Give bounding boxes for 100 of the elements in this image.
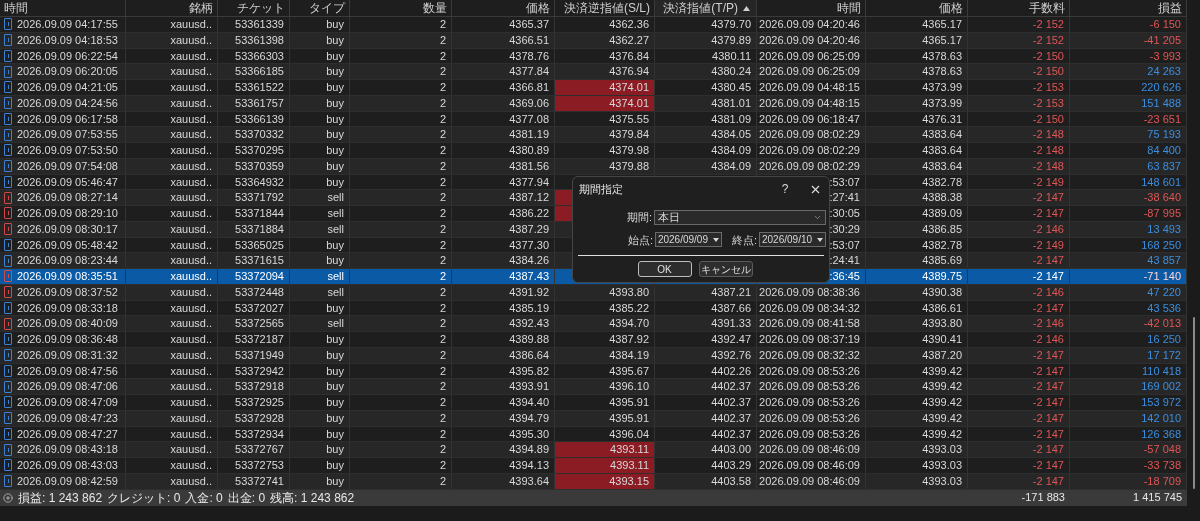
table-cell: 13 493 <box>1070 221 1187 237</box>
table-cell: buy <box>290 80 350 95</box>
table-cell: 4395.91 <box>555 410 655 426</box>
table-cell-text: 2026.09.09 08:47:56 <box>17 363 118 379</box>
table-cell-text: 2026.09.09 05:46:47 <box>17 174 118 190</box>
table-cell-text: 2026.09.09 08:47:06 <box>17 379 118 395</box>
table-cell: 2 <box>350 111 452 127</box>
table-cell-text: 2026.09.09 04:18:53 <box>17 32 118 48</box>
table-cell: 4383.64 <box>866 143 968 158</box>
table-cell: 53372928 <box>218 410 290 426</box>
table-cell: 4394.40 <box>452 395 555 410</box>
table-cell: buy <box>290 442 350 457</box>
table-cell: 2026.09.09 08:53:26 <box>757 410 866 426</box>
table-cell: xauusd.. <box>126 48 218 64</box>
table-cell: 4362.27 <box>555 32 655 48</box>
table-cell: 2 <box>350 458 452 473</box>
table-cell: 4382.78 <box>866 174 968 190</box>
table-cell: -2 147 <box>968 379 1070 394</box>
table-cell-text: 2026.09.09 08:47:09 <box>17 395 118 411</box>
table-cell: 4390.41 <box>866 332 968 347</box>
table-cell: -57 048 <box>1070 442 1187 457</box>
table-cell: sell <box>290 316 350 331</box>
table-cell: 53372942 <box>218 363 290 379</box>
table-cell: -6 150 <box>1070 17 1187 32</box>
table-cell: 126 368 <box>1070 426 1187 442</box>
table-cell: 4365.17 <box>866 32 968 48</box>
table-cell: 4384.05 <box>655 127 757 142</box>
table-cell: -2 147 <box>968 300 1070 316</box>
table-cell: -2 147 <box>968 206 1070 221</box>
table-cell: 4377.08 <box>452 111 555 127</box>
table-cell-text: 2026.09.09 05:48:42 <box>17 237 118 253</box>
table-cell: buy <box>290 410 350 426</box>
table-cell: -42 013 <box>1070 316 1187 331</box>
table-cell-text: 2026.09.09 06:22:54 <box>17 48 118 64</box>
table-cell: 4384.26 <box>452 253 555 268</box>
table-cell: -2 146 <box>968 332 1070 347</box>
table-cell: buy <box>290 127 350 142</box>
table-cell: xauusd.. <box>126 395 218 410</box>
table-cell: -41 205 <box>1070 32 1187 48</box>
table-cell: 4393.11 <box>555 442 655 457</box>
table-cell: 4394.79 <box>452 410 555 426</box>
table-cell: 2026.09.09 08:53:26 <box>757 363 866 379</box>
table-cell-text: 2026.09.09 08:43:18 <box>17 442 118 458</box>
table-cell: -2 149 <box>968 237 1070 253</box>
table-cell: xauusd.. <box>126 332 218 347</box>
table-cell: 53361339 <box>218 17 290 32</box>
table-cell: -3 993 <box>1070 48 1187 64</box>
table-cell: -2 150 <box>968 48 1070 64</box>
table-cell: 4393.03 <box>866 442 968 457</box>
table-cell-text: 2026.09.09 07:54:08 <box>17 158 118 174</box>
table-cell: 4373.99 <box>866 80 968 95</box>
table-cell: 53372448 <box>218 284 290 300</box>
table-cell: 2026.09.09 08:02:29 <box>757 158 866 174</box>
table-cell: -2 147 <box>968 190 1070 205</box>
table-cell-text: 2026.09.09 08:30:17 <box>17 221 118 237</box>
table-cell: 2 <box>350 64 452 79</box>
table-cell: 4393.03 <box>866 473 968 489</box>
table-cell: xauusd.. <box>126 442 218 457</box>
table-cell: 4393.03 <box>866 458 968 473</box>
table-cell: 4362.36 <box>555 17 655 32</box>
table-cell: 53370359 <box>218 158 290 174</box>
table-cell: xauusd.. <box>126 316 218 331</box>
table-cell: 43 857 <box>1070 253 1187 268</box>
table-cell: xauusd.. <box>126 426 218 442</box>
table-cell: xauusd.. <box>126 253 218 268</box>
table-cell-text: 2026.09.09 08:27:14 <box>17 190 118 206</box>
table-cell: 4377.84 <box>452 64 555 79</box>
table-cell: 4378.63 <box>866 48 968 64</box>
table-cell: 4392.43 <box>452 316 555 331</box>
table-cell: 4403.29 <box>655 458 757 473</box>
table-cell-text: 2026.09.09 08:37:52 <box>17 284 118 300</box>
table-cell: 4366.51 <box>452 32 555 48</box>
table-cell: xauusd.. <box>126 17 218 32</box>
table-cell: 53371792 <box>218 190 290 205</box>
summary-text: 損益: 1 243 862 <box>18 489 103 507</box>
table-cell: 53366139 <box>218 111 290 127</box>
table-cell: 2026.09.09 08:53:26 <box>757 395 866 410</box>
table-cell-text: 2026.09.09 08:33:18 <box>17 300 118 316</box>
table-cell: -2 147 <box>968 410 1070 426</box>
table-cell: 53365025 <box>218 237 290 253</box>
table-cell: buy <box>290 347 350 363</box>
table-cell: 4389.75 <box>866 269 968 284</box>
table-cell: xauusd.. <box>126 111 218 127</box>
summary-text: 出金: 0 <box>227 489 266 507</box>
table-cell: buy <box>290 32 350 48</box>
table-cell: 4379.88 <box>555 158 655 174</box>
table-cell: 53372027 <box>218 300 290 316</box>
table-cell-text: 2026.09.09 08:36:48 <box>17 332 118 348</box>
table-cell: 4387.29 <box>452 221 555 237</box>
table-cell: 4376.84 <box>555 48 655 64</box>
table-cell: 4387.21 <box>655 284 757 300</box>
table-cell: buy <box>290 48 350 64</box>
table-cell: 2 <box>350 300 452 316</box>
table-cell: 63 837 <box>1070 158 1187 174</box>
table-cell: buy <box>290 473 350 489</box>
table-cell: 4374.01 <box>555 80 655 95</box>
table-cell: 4379.98 <box>555 143 655 158</box>
table-cell: 4395.67 <box>555 363 655 379</box>
table-cell: 2026.09.09 04:20:46 <box>757 32 866 48</box>
table-cell: 4376.31 <box>866 111 968 127</box>
